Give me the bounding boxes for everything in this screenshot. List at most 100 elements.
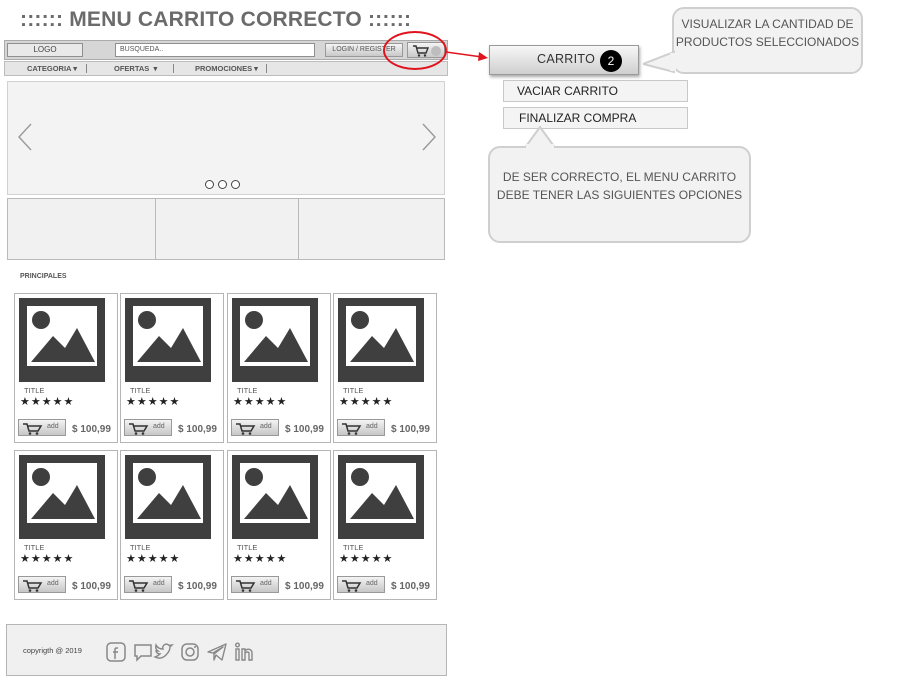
product-image[interactable] xyxy=(338,455,424,539)
banner-panels xyxy=(7,198,445,260)
product-title: TITLE xyxy=(343,543,364,552)
add-to-cart-button[interactable]: add xyxy=(124,576,172,593)
hero-carousel xyxy=(7,81,445,195)
product-card[interactable]: TITLE ★★★★★ add $ 100,99 xyxy=(120,450,224,600)
rating-stars: ★★★★★ xyxy=(339,553,394,565)
add-label: add xyxy=(366,580,378,587)
product-image[interactable] xyxy=(19,298,105,382)
callout-options-note: DE SER CORRECTO, EL MENU CARRITO DEBE TE… xyxy=(488,146,751,243)
add-to-cart-button[interactable]: add xyxy=(231,576,279,593)
nav-divider xyxy=(266,64,267,73)
nav-item-ofertas[interactable]: OFERTAS ▾ xyxy=(114,63,157,75)
add-label: add xyxy=(153,580,165,587)
linkedin-icon[interactable] xyxy=(233,641,255,663)
image-placeholder-icon xyxy=(27,463,97,523)
product-price: $ 100,99 xyxy=(285,424,324,435)
product-title: TITLE xyxy=(24,386,45,395)
cart-icon xyxy=(236,423,256,435)
cart-menu-button[interactable]: CARRITO 2 xyxy=(489,45,639,75)
product-card[interactable]: TITLE ★★★★★ add $ 100,99 xyxy=(227,293,331,443)
carousel-dot[interactable] xyxy=(218,180,227,189)
add-to-cart-button[interactable]: add xyxy=(337,419,385,436)
cart-icon xyxy=(23,423,43,435)
panel-divider xyxy=(298,199,299,259)
nav-divider xyxy=(173,64,174,73)
rating-stars: ★★★★★ xyxy=(126,553,181,565)
chat-icon[interactable] xyxy=(132,641,154,663)
telegram-icon[interactable] xyxy=(206,641,228,663)
callout-quantity-note: VISUALIZAR LA CANTIDAD DE PRODUCTOS SELE… xyxy=(672,7,863,74)
image-placeholder-icon xyxy=(133,463,203,523)
cart-icon xyxy=(23,580,43,592)
chevron-right-icon[interactable] xyxy=(421,122,437,152)
product-image[interactable] xyxy=(19,455,105,539)
image-placeholder-icon xyxy=(346,306,416,366)
add-to-cart-button[interactable]: add xyxy=(337,576,385,593)
product-image[interactable] xyxy=(338,298,424,382)
nav-item-promociones[interactable]: PROMOCIONES ▾ xyxy=(195,63,258,75)
twitter-icon[interactable] xyxy=(152,641,174,663)
search-input[interactable]: BUSQUEDA.. xyxy=(115,43,315,57)
carousel-dot[interactable] xyxy=(205,180,214,189)
image-placeholder-icon xyxy=(240,463,310,523)
product-card[interactable]: TITLE ★★★★★ add $ 100,99 xyxy=(333,450,437,600)
product-card[interactable]: TITLE ★★★★★ add $ 100,99 xyxy=(120,293,224,443)
cart-highlight-oval xyxy=(383,31,447,70)
product-price: $ 100,99 xyxy=(72,424,111,435)
image-placeholder-icon xyxy=(27,306,97,366)
add-label: add xyxy=(47,423,59,430)
nav-item-categoria[interactable]: CATEGORIA ▾ xyxy=(27,63,77,75)
carousel-dot[interactable] xyxy=(231,180,240,189)
cart-icon xyxy=(342,580,362,592)
cart-menu-label: CARRITO xyxy=(537,52,596,66)
product-price: $ 100,99 xyxy=(391,581,430,592)
product-price: $ 100,99 xyxy=(391,424,430,435)
page-title: :::::: MENU CARRITO CORRECTO :::::: xyxy=(20,8,412,31)
add-label: add xyxy=(47,580,59,587)
product-title: TITLE xyxy=(24,543,45,552)
product-card[interactable]: TITLE ★★★★★ add $ 100,99 xyxy=(14,293,118,443)
product-title: TITLE xyxy=(130,386,151,395)
product-card[interactable]: TITLE ★★★★★ add $ 100,99 xyxy=(14,450,118,600)
add-to-cart-button[interactable]: add xyxy=(18,419,66,436)
product-price: $ 100,99 xyxy=(72,581,111,592)
product-image[interactable] xyxy=(232,455,318,539)
facebook-icon[interactable] xyxy=(105,641,127,663)
header-bar: LOGO BUSQUEDA.. LOGIN / REGISTER xyxy=(4,40,448,60)
add-to-cart-button[interactable]: add xyxy=(18,576,66,593)
rating-stars: ★★★★★ xyxy=(339,396,394,408)
rating-stars: ★★★★★ xyxy=(20,396,75,408)
add-label: add xyxy=(366,423,378,430)
add-to-cart-button[interactable]: add xyxy=(231,419,279,436)
add-to-cart-button[interactable]: add xyxy=(124,419,172,436)
product-card[interactable]: TITLE ★★★★★ add $ 100,99 xyxy=(227,450,331,600)
product-title: TITLE xyxy=(343,386,364,395)
callout-pointer-join xyxy=(526,144,554,150)
product-image[interactable] xyxy=(232,298,318,382)
cart-icon xyxy=(129,423,149,435)
product-image[interactable] xyxy=(125,298,211,382)
menu-item-vaciar-carrito[interactable]: VACIAR CARRITO xyxy=(503,80,688,102)
product-price: $ 100,99 xyxy=(285,581,324,592)
category-nav: CATEGORIA ▾ OFERTAS ▾ PROMOCIONES ▾ xyxy=(4,61,448,76)
footer: copyrigth @ 2019 xyxy=(6,624,447,676)
copyright-text: copyrigth @ 2019 xyxy=(23,646,82,655)
image-placeholder-icon xyxy=(346,463,416,523)
cart-icon xyxy=(236,580,256,592)
logo[interactable]: LOGO xyxy=(7,43,83,57)
cart-count-badge: 2 xyxy=(600,50,622,72)
nav-divider xyxy=(86,64,87,73)
rating-stars: ★★★★★ xyxy=(233,396,288,408)
product-price: $ 100,99 xyxy=(178,581,217,592)
add-label: add xyxy=(260,423,272,430)
product-price: $ 100,99 xyxy=(178,424,217,435)
product-title: TITLE xyxy=(237,386,258,395)
chevron-left-icon[interactable] xyxy=(17,122,33,152)
instagram-icon[interactable] xyxy=(179,641,201,663)
product-card[interactable]: TITLE ★★★★★ add $ 100,99 xyxy=(333,293,437,443)
arrow-icon xyxy=(446,51,488,61)
image-placeholder-icon xyxy=(133,306,203,366)
rating-stars: ★★★★★ xyxy=(20,553,75,565)
product-image[interactable] xyxy=(125,455,211,539)
add-label: add xyxy=(153,423,165,430)
